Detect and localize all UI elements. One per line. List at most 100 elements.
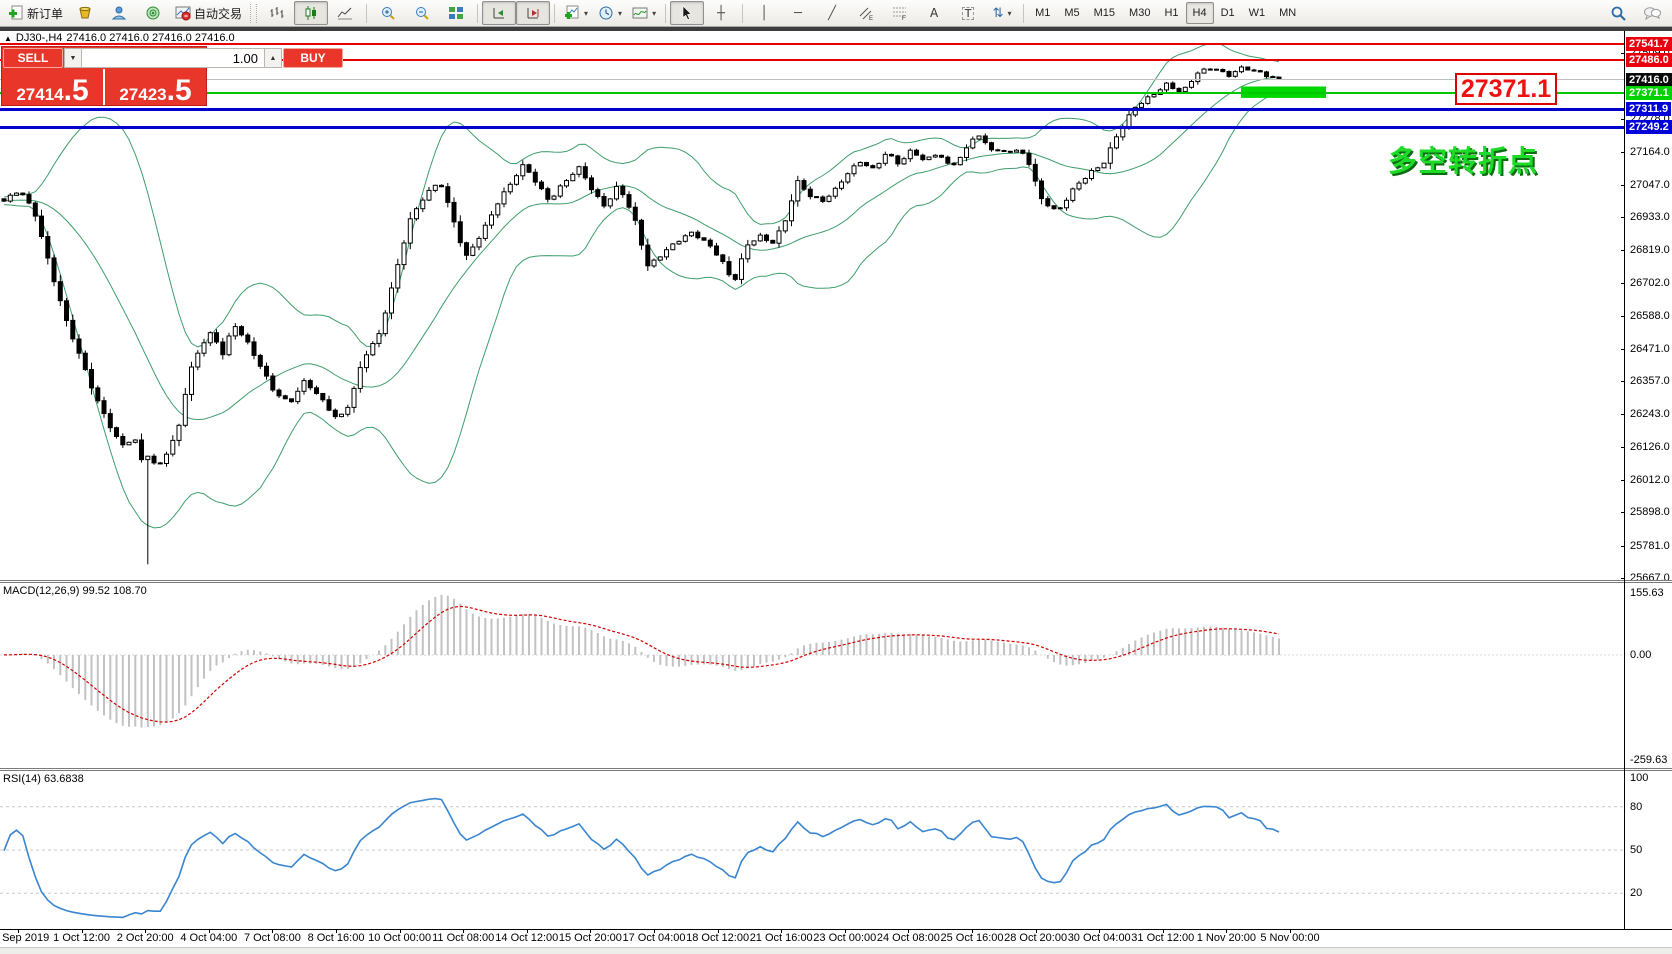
template-icon (632, 5, 648, 21)
time-tick (781, 929, 782, 933)
tf-h1-button[interactable]: H1 (1157, 2, 1185, 24)
bar-chart-button[interactable] (260, 1, 294, 25)
sell-price[interactable]: 27414 .5 (2, 69, 105, 105)
turning-point-annotation[interactable]: 多空转折点 (1388, 138, 1538, 180)
templates-button[interactable]: ▾ (627, 1, 661, 25)
indicators-button[interactable]: ▾ (559, 1, 593, 25)
toolbar-separator (665, 4, 666, 23)
signals-button[interactable] (136, 1, 170, 25)
horizontal-line-object[interactable] (0, 92, 1624, 94)
sell-button[interactable]: SELL (3, 48, 63, 68)
crosshair-button[interactable]: ┼ (704, 1, 738, 25)
time-axis[interactable]: 30 Sep 20191 Oct 12:002 Oct 20:004 Oct 0… (0, 930, 1672, 947)
price-tick-label: 26126.0 (1630, 441, 1670, 453)
toolbar-separator (366, 4, 367, 23)
main-toolbar: 新订单 自动交易 ▾ ▾ (0, 0, 1672, 27)
macd-axis-label: 0.00 (1630, 649, 1651, 661)
pane-separator[interactable] (0, 768, 1672, 769)
horizontal-line-object[interactable] (0, 108, 1624, 111)
new-order-button[interactable]: 新订单 (3, 1, 68, 25)
rsi-axis-label: 50 (1630, 844, 1642, 856)
time-tick (718, 929, 719, 933)
time-tick (972, 929, 973, 933)
text-tool-icon: A (930, 7, 938, 19)
text-tool-button[interactable]: A (917, 1, 951, 25)
horizontal-line-object[interactable] (0, 126, 1624, 129)
tf-m30-button[interactable]: M30 (1122, 2, 1157, 24)
cursor-button[interactable] (670, 1, 704, 25)
periods-button[interactable]: ▾ (593, 1, 627, 25)
time-tick (1226, 929, 1227, 933)
macd-label: MACD(12,26,9) 99.52 108.70 (3, 585, 147, 597)
price-tick-label: 25781.0 (1630, 540, 1670, 552)
autotrade-label: 自动交易 (194, 5, 242, 22)
autotrading-button[interactable]: 自动交易 (170, 1, 247, 25)
fibonacci-button[interactable]: F (883, 1, 917, 25)
tile-windows-button[interactable] (439, 1, 473, 25)
vertical-line-button[interactable]: │ (747, 1, 781, 25)
zoom-in-button[interactable] (371, 1, 405, 25)
price-callout-label[interactable]: 27371.1 (1455, 73, 1557, 105)
search-icon (1610, 5, 1627, 22)
line-chart-icon (337, 5, 353, 21)
line-chart-button[interactable] (328, 1, 362, 25)
chat-button[interactable] (1635, 1, 1669, 25)
horizontal-line-object[interactable] (0, 79, 1624, 80)
tf-m15-button[interactable]: M15 (1087, 2, 1122, 24)
chat-icon (1643, 5, 1662, 21)
volume-decrease-button[interactable]: ▼ (64, 48, 82, 68)
macd-pane[interactable] (0, 583, 1624, 768)
price-tag: 27311.9 (1626, 102, 1671, 116)
new-order-label: 新订单 (27, 5, 63, 22)
cursor-icon (679, 5, 695, 21)
toolbar-grip (250, 4, 257, 23)
pane-separator[interactable] (0, 580, 1672, 581)
price-tick-label: 26702.0 (1630, 277, 1670, 289)
horizontal-line-object[interactable] (0, 43, 1624, 45)
price-tick-label: 27047.0 (1630, 179, 1670, 191)
pane-separator (0, 582, 1672, 583)
time-tick (845, 929, 846, 933)
candlestick-icon (303, 5, 319, 21)
volume-input[interactable] (82, 48, 264, 68)
autotrade-chart-icon (175, 5, 191, 21)
volume-increase-button[interactable]: ▲ (264, 48, 282, 68)
search-button[interactable] (1601, 1, 1635, 25)
label-tool-button[interactable]: T (951, 1, 985, 25)
auto-scroll-button[interactable] (482, 1, 516, 25)
price-tick-label: 26819.0 (1630, 244, 1670, 256)
trendline-button[interactable]: ╱ (815, 1, 849, 25)
chart-shift-icon (525, 5, 541, 21)
profiles-button[interactable] (68, 1, 102, 25)
price-chart[interactable] (0, 31, 1624, 580)
chart-shift-button[interactable] (516, 1, 550, 25)
price-tick-label: 27164.0 (1630, 146, 1670, 158)
tf-m1-button[interactable]: M1 (1028, 2, 1057, 24)
caret-down-icon: ▾ (584, 9, 588, 18)
one-click-trading-panel: SELL ▼ ▲ BUY 27414 .5 27423 .5 (2, 47, 206, 105)
zoom-out-button[interactable] (405, 1, 439, 25)
tf-mn-button[interactable]: MN (1272, 2, 1303, 24)
time-tick (654, 929, 655, 933)
time-axis-line (0, 929, 1672, 930)
collapse-marker-icon[interactable]: ▲ (4, 34, 12, 43)
tf-m5-button[interactable]: M5 (1057, 2, 1086, 24)
time-tick (1290, 929, 1291, 933)
tf-d1-button[interactable]: D1 (1214, 2, 1242, 24)
price-tag: 27371.1 (1626, 86, 1672, 100)
community-button[interactable] (102, 1, 136, 25)
channel-button[interactable]: E (849, 1, 883, 25)
tf-w1-button[interactable]: W1 (1242, 2, 1273, 24)
arrows-button[interactable]: ⇅ ▾ (985, 1, 1019, 25)
horizontal-line-icon: ─ (794, 7, 802, 20)
price-axis-line (1624, 31, 1625, 930)
rsi-pane[interactable] (0, 771, 1624, 929)
candlestick-chart-button[interactable] (294, 1, 328, 25)
toolbar-separator (477, 4, 478, 23)
time-tick (527, 929, 528, 933)
buy-button[interactable]: BUY (283, 48, 343, 68)
horizontal-line-button[interactable]: ─ (781, 1, 815, 25)
channel-icon: E (858, 5, 874, 21)
buy-price[interactable]: 27423 .5 (105, 69, 206, 105)
tf-h4-button[interactable]: H4 (1186, 2, 1214, 24)
